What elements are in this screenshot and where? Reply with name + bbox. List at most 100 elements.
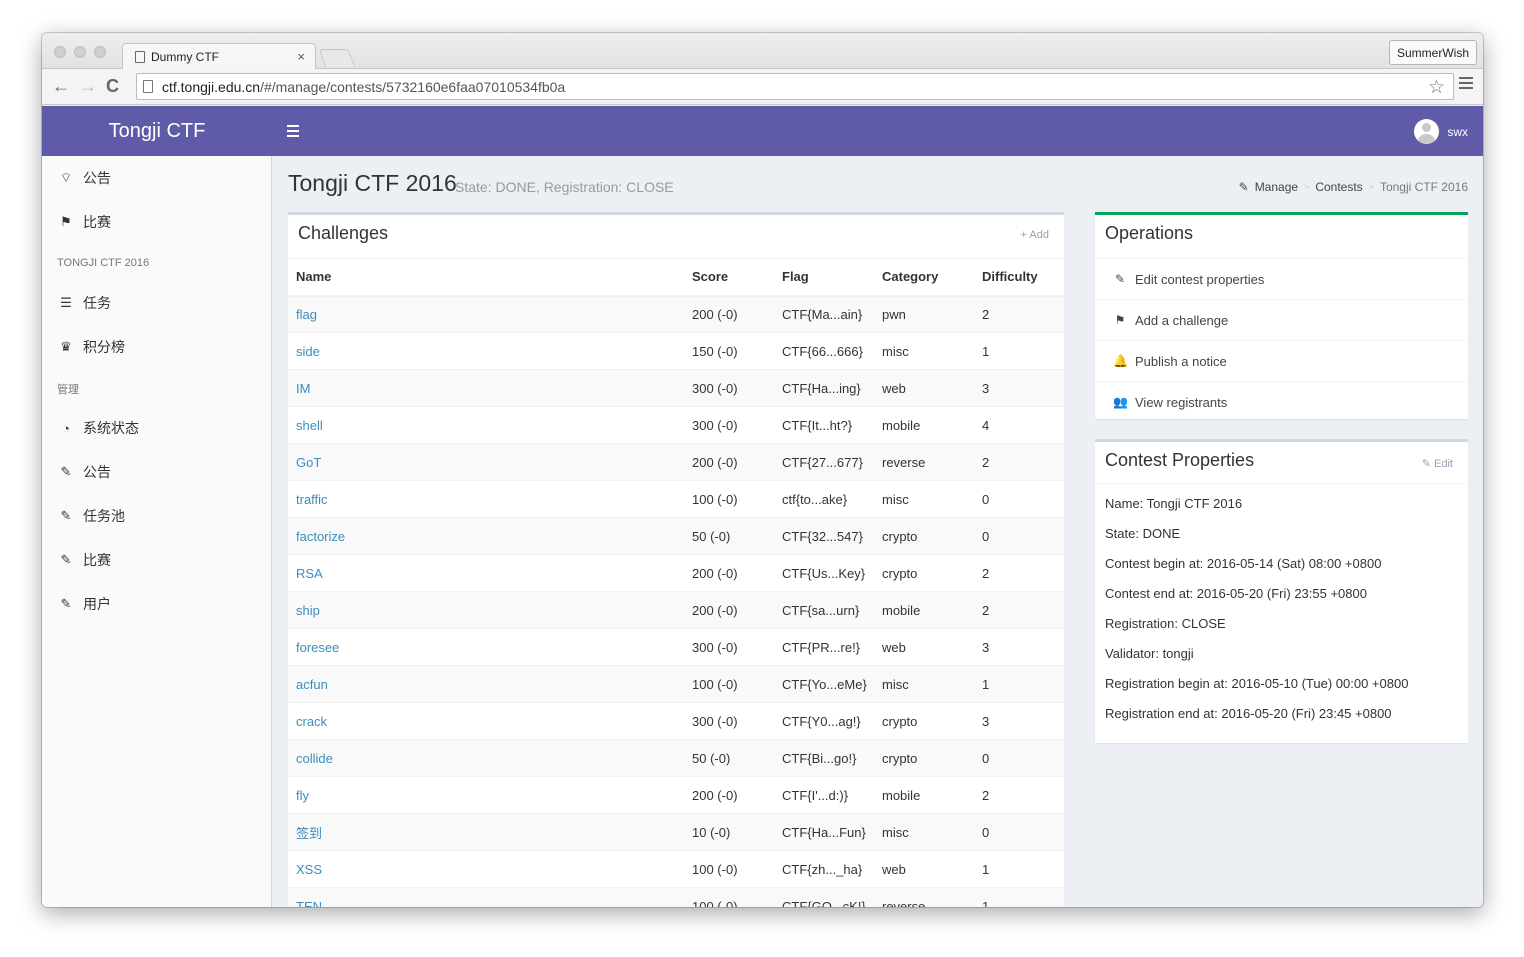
table-row[interactable]: factorize 50 (-0) CTF{32...547} crypto 0 [288, 517, 1064, 555]
sidebar-item-users[interactable]: ✎ 用户 [42, 586, 272, 622]
challenge-name-link[interactable]: factorize [288, 517, 684, 555]
edit-contest-properties-link[interactable]: ✎ Edit contest properties [1095, 258, 1468, 299]
challenge-score: 200 (-0) [684, 554, 774, 592]
brand-logo[interactable]: Tongji CTF [42, 106, 272, 156]
challenge-name-link[interactable]: XSS [288, 850, 684, 888]
breadcrumb-contests[interactable]: Contests [1315, 180, 1362, 194]
challenge-score: 100 (-0) [684, 887, 774, 907]
operations-box: Operations ✎ Edit contest properties ⚑ A… [1095, 212, 1468, 419]
page-icon [135, 51, 145, 63]
challenge-name-link[interactable]: crack [288, 702, 684, 740]
challenge-difficulty: 2 [974, 443, 1064, 481]
table-row[interactable]: fly 200 (-0) CTF{I'...d:)} mobile 2 [288, 776, 1064, 814]
challenge-name-link[interactable]: RSA [288, 554, 684, 592]
table-row[interactable]: 签到 10 (-0) CTF{Ha...Fun} misc 0 [288, 813, 1064, 851]
challenge-name-link[interactable]: ship [288, 591, 684, 629]
challenge-name-link[interactable]: acfun [288, 665, 684, 703]
new-tab-button[interactable] [318, 49, 356, 67]
challenge-name-link[interactable]: flag [288, 295, 684, 333]
publish-notice-link[interactable]: 🔔 Publish a notice [1095, 340, 1468, 381]
challenge-difficulty: 2 [974, 591, 1064, 629]
sidebar-toggle-icon[interactable] [287, 125, 299, 140]
challenge-name-link[interactable]: foresee [288, 628, 684, 666]
challenge-category: misc [874, 332, 974, 370]
page-subtitle: State: DONE, Registration: CLOSE [455, 179, 674, 195]
challenge-name-link[interactable]: TEN [288, 887, 684, 907]
challenge-category: misc [874, 665, 974, 703]
forward-arrow-icon[interactable]: → [79, 76, 97, 96]
challenge-name-link[interactable]: fly [288, 776, 684, 814]
sidebar-item-scoreboard[interactable]: ♛ 积分榜 [42, 329, 272, 365]
table-row[interactable]: flag 200 (-0) CTF{Ma...ain} pwn 2 [288, 295, 1064, 333]
table-row[interactable]: XSS 100 (-0) CTF{zh..._ha} web 1 [288, 850, 1064, 888]
zoom-window-button[interactable] [94, 46, 106, 58]
challenge-name-link[interactable]: shell [288, 406, 684, 444]
sidebar-section-contest: TONGJI CTF 2016 [57, 257, 150, 269]
tab-close-icon[interactable]: × [297, 49, 305, 64]
sidebar-item-manage-announcements[interactable]: ✎ 公告 [42, 454, 272, 490]
challenge-score: 100 (-0) [684, 665, 774, 703]
challenge-category: mobile [874, 591, 974, 629]
property-validator: Validator: tongji [1105, 646, 1194, 661]
sidebar-item-manage-contests[interactable]: ✎ 比赛 [42, 542, 272, 578]
sidebar-item-challenges[interactable]: ☰ 任务 [42, 285, 272, 321]
challenge-difficulty: 0 [974, 813, 1064, 851]
table-row[interactable]: traffic 100 (-0) ctf{to...ake} misc 0 [288, 480, 1064, 518]
challenge-category: misc [874, 480, 974, 518]
challenge-name-link[interactable]: GoT [288, 443, 684, 481]
challenge-name-link[interactable]: traffic [288, 480, 684, 518]
browser-menu-icon[interactable] [1459, 77, 1473, 92]
table-row[interactable]: foresee 300 (-0) CTF{PR...re!} web 3 [288, 628, 1064, 666]
column-header-category[interactable]: Category [874, 258, 974, 297]
table-row[interactable]: TEN 100 (-0) CTF{GO...cK!} reverse 1 [288, 887, 1064, 907]
table-row[interactable]: IM 300 (-0) CTF{Ha...ing} web 3 [288, 369, 1064, 407]
bell-icon: 🔔 [1113, 354, 1128, 368]
challenge-flag: CTF{Ma...ain} [774, 295, 874, 333]
challenge-category: crypto [874, 517, 974, 555]
pencil-icon: ✎ [1114, 272, 1126, 286]
bookmark-star-icon[interactable]: ☆ [1428, 76, 1445, 99]
breadcrumb-manage[interactable]: Manage [1255, 180, 1298, 194]
minimize-window-button[interactable] [74, 46, 86, 58]
table-row[interactable]: GoT 200 (-0) CTF{27...677} reverse 2 [288, 443, 1064, 481]
table-row[interactable]: acfun 100 (-0) CTF{Yo...eMe} misc 1 [288, 665, 1064, 703]
table-row[interactable]: side 150 (-0) CTF{66...666} misc 1 [288, 332, 1064, 370]
challenge-name-link[interactable]: 签到 [288, 813, 684, 851]
reload-icon[interactable]: C [106, 76, 119, 96]
view-registrants-link[interactable]: 👥 View registrants [1095, 381, 1468, 422]
table-row[interactable]: ship 200 (-0) CTF{sa...urn} mobile 2 [288, 591, 1064, 629]
sidebar-item-challenge-pool[interactable]: ✎ 任务池 [42, 498, 272, 534]
table-row[interactable]: RSA 200 (-0) CTF{Us...Key} crypto 2 [288, 554, 1064, 592]
property-state: State: DONE [1105, 526, 1181, 541]
challenge-name-link[interactable]: collide [288, 739, 684, 777]
add-challenge-button[interactable]: + Add [1021, 229, 1049, 241]
challenge-difficulty: 0 [974, 480, 1064, 518]
table-row[interactable]: collide 50 (-0) CTF{Bi...go!} crypto 0 [288, 739, 1064, 777]
wrench-icon: ✎ [60, 596, 72, 611]
sidebar-item-announcements[interactable]: ⌔ 公告 [42, 160, 272, 196]
table-row[interactable]: shell 300 (-0) CTF{It...ht?} mobile 4 [288, 406, 1064, 444]
challenge-score: 100 (-0) [684, 480, 774, 518]
column-header-score[interactable]: Score [684, 258, 774, 297]
column-header-name[interactable]: Name [288, 258, 684, 297]
browser-tab-active[interactable]: Dummy CTF × [122, 43, 316, 70]
close-window-button[interactable] [54, 46, 66, 58]
table-row[interactable]: crack 300 (-0) CTF{Y0...ag!} crypto 3 [288, 702, 1064, 740]
challenge-name-link[interactable]: side [288, 332, 684, 370]
challenge-category: mobile [874, 406, 974, 444]
back-arrow-icon[interactable]: ← [52, 76, 70, 96]
column-header-difficulty[interactable]: Difficulty [974, 258, 1064, 297]
wrench-icon: ✎ [1238, 180, 1249, 194]
property-name: Name: Tongji CTF 2016 [1105, 496, 1243, 511]
challenge-name-link[interactable]: IM [288, 369, 684, 407]
sidebar-item-contests[interactable]: ⚑ 比赛 [42, 204, 272, 240]
column-header-flag[interactable]: Flag [774, 258, 874, 297]
add-challenge-link[interactable]: ⚑ Add a challenge [1095, 299, 1468, 340]
address-bar[interactable]: ctf.tongji.edu.cn/#/manage/contests/5732… [136, 73, 1454, 100]
edit-properties-button[interactable]: ✎ Edit [1422, 457, 1453, 470]
sidebar-item-system-status[interactable]: ◔ 系统状态 [42, 410, 272, 446]
profile-button[interactable]: SummerWish [1388, 40, 1477, 65]
user-menu[interactable]: swx [1414, 119, 1468, 144]
challenge-difficulty: 3 [974, 369, 1064, 407]
challenge-flag: ctf{to...ake} [774, 480, 874, 518]
